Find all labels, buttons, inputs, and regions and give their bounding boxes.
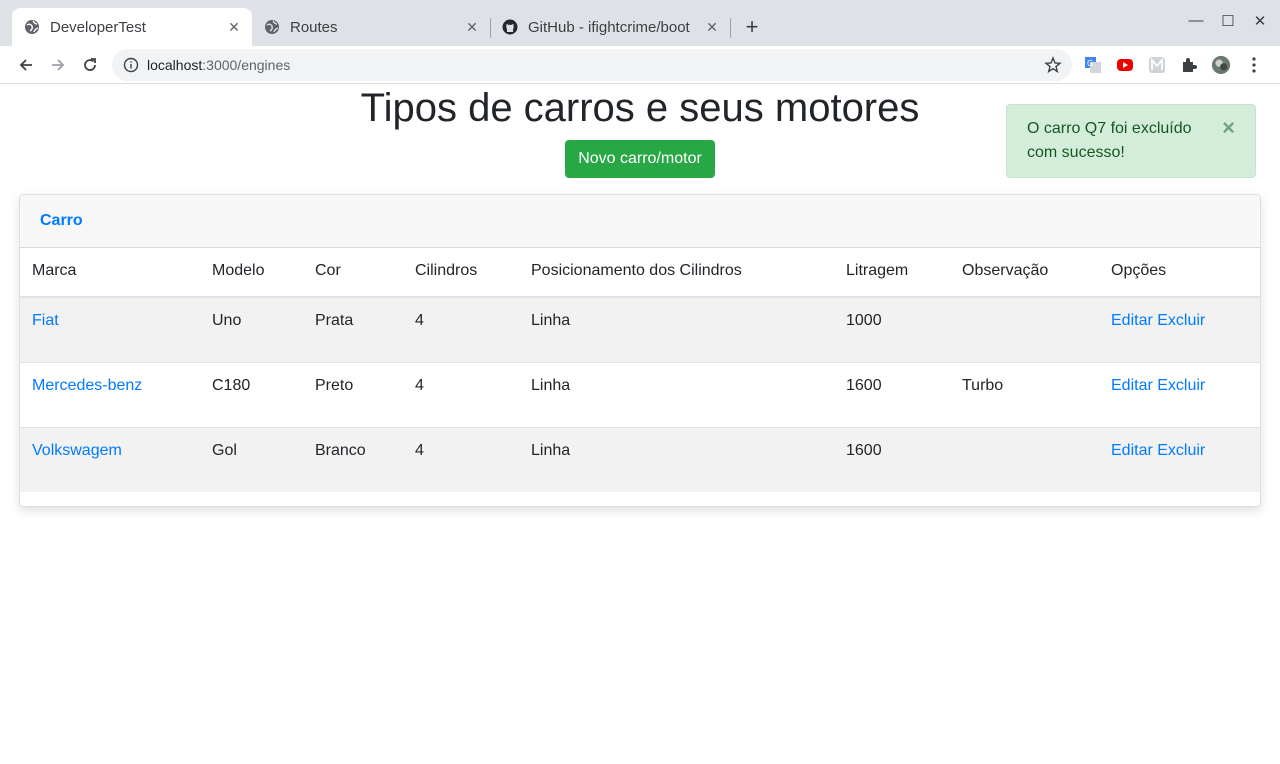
- url-path: :3000/engines: [202, 57, 291, 73]
- cylinders-cell: 4: [403, 296, 519, 362]
- cylinders-cell: 4: [403, 361, 519, 427]
- color-cell: Prata: [303, 296, 403, 362]
- observation-cell: [950, 296, 1099, 362]
- globe-icon: [264, 19, 280, 35]
- column-header-posicionamento: Posicionamento dos Cilindros: [519, 248, 834, 298]
- close-icon[interactable]: ×: [1222, 116, 1235, 140]
- tab-divider: [730, 18, 731, 38]
- close-window-icon[interactable]: ✕: [1250, 12, 1270, 30]
- maximize-icon[interactable]: ☐: [1218, 12, 1238, 30]
- observation-cell: Turbo: [950, 361, 1099, 427]
- displacement-cell: 1600: [834, 426, 950, 492]
- cylinder-position-cell: Linha: [519, 296, 834, 362]
- back-icon[interactable]: [14, 53, 38, 77]
- column-header-marca: Marca: [20, 248, 200, 298]
- reload-icon[interactable]: [78, 53, 102, 77]
- displacement-cell: 1000: [834, 296, 950, 362]
- svg-text:G: G: [1087, 59, 1093, 68]
- forward-icon[interactable]: [46, 53, 70, 77]
- card-header-link[interactable]: Carro: [20, 195, 1260, 248]
- new-car-engine-button[interactable]: Novo carro/motor: [565, 140, 715, 178]
- globe-icon: [24, 19, 40, 35]
- brand-link[interactable]: Fiat: [32, 312, 59, 329]
- column-header-observacao: Observação: [950, 248, 1099, 298]
- table-row: Mercedes-benz C180 Preto 4 Linha 1600 Tu…: [20, 361, 1260, 427]
- color-cell: Branco: [303, 426, 403, 492]
- tab-title: DeveloperTest: [50, 18, 146, 36]
- youtube-extension-icon[interactable]: [1115, 55, 1135, 75]
- options-cell: Editar Excluir: [1099, 296, 1260, 362]
- close-icon[interactable]: ✕: [704, 19, 720, 35]
- column-header-cilindros: Cilindros: [403, 248, 519, 298]
- table-row: Fiat Uno Prata 4 Linha 1000 Editar Exclu…: [20, 296, 1260, 362]
- delete-link[interactable]: Excluir: [1157, 442, 1205, 459]
- url-text: localhost:3000/engines: [147, 57, 290, 73]
- model-cell: C180: [200, 361, 303, 427]
- model-cell: Gol: [200, 426, 303, 492]
- edit-link[interactable]: Editar: [1111, 377, 1153, 394]
- profile-avatar-icon[interactable]: [1211, 55, 1231, 75]
- cars-card: Carro Marca Modelo Cor Cilindros Posicio…: [19, 194, 1261, 507]
- cars-table: Marca Modelo Cor Cilindros Posicionament…: [20, 248, 1260, 492]
- edit-link[interactable]: Editar: [1111, 442, 1153, 459]
- cylinders-cell: 4: [403, 426, 519, 492]
- table-row: Volkswagem Gol Branco 4 Linha 1600 Edita…: [20, 426, 1260, 492]
- tab-github[interactable]: GitHub - ifightcrime/boot ✕: [490, 8, 730, 46]
- table-header-row: Marca Modelo Cor Cilindros Posicionament…: [20, 248, 1260, 298]
- address-bar[interactable]: localhost:3000/engines: [112, 49, 1072, 81]
- cylinder-position-cell: Linha: [519, 426, 834, 492]
- page-content: Tipos de carros e seus motores Novo carr…: [0, 85, 1280, 764]
- close-icon[interactable]: ✕: [226, 19, 242, 35]
- menu-kebab-icon[interactable]: [1244, 55, 1264, 75]
- options-cell: Editar Excluir: [1099, 426, 1260, 492]
- brand-link[interactable]: Mercedes-benz: [32, 377, 142, 394]
- github-icon: [502, 19, 518, 35]
- url-host: localhost: [147, 57, 203, 73]
- bookmark-star-icon[interactable]: [1044, 56, 1062, 74]
- color-cell: Preto: [303, 361, 403, 427]
- delete-link[interactable]: Excluir: [1157, 312, 1205, 329]
- new-tab-button[interactable]: +: [740, 16, 764, 40]
- puzzle-extensions-icon[interactable]: [1179, 55, 1199, 75]
- tab-routes[interactable]: Routes ✕: [252, 8, 490, 46]
- browser-tab-bar: DeveloperTest ✕ Routes ✕ GitHub - ifight…: [0, 0, 1280, 46]
- delete-link[interactable]: Excluir: [1157, 377, 1205, 394]
- success-alert: O carro Q7 foi excluído com sucesso! ×: [1006, 104, 1256, 178]
- tab-title: GitHub - ifightcrime/boot: [528, 18, 690, 36]
- tab-title: Routes: [290, 18, 338, 36]
- minimize-icon[interactable]: —: [1186, 12, 1206, 29]
- m-extension-icon[interactable]: [1147, 55, 1167, 75]
- cylinder-position-cell: Linha: [519, 361, 834, 427]
- column-header-opcoes: Opções: [1099, 248, 1260, 298]
- displacement-cell: 1600: [834, 361, 950, 427]
- close-icon[interactable]: ✕: [464, 19, 480, 35]
- tab-developertest[interactable]: DeveloperTest ✕: [12, 8, 252, 46]
- edit-link[interactable]: Editar: [1111, 312, 1153, 329]
- options-cell: Editar Excluir: [1099, 361, 1260, 427]
- column-header-cor: Cor: [303, 248, 403, 298]
- info-icon[interactable]: [123, 57, 139, 73]
- observation-cell: [950, 426, 1099, 492]
- column-header-modelo: Modelo: [200, 248, 303, 298]
- model-cell: Uno: [200, 296, 303, 362]
- alert-message: O carro Q7 foi excluído com sucesso!: [1027, 120, 1192, 161]
- translate-extension-icon[interactable]: G: [1083, 55, 1103, 75]
- browser-toolbar: localhost:3000/engines G: [0, 46, 1280, 84]
- column-header-litragem: Litragem: [834, 248, 950, 298]
- brand-link[interactable]: Volkswagem: [32, 442, 122, 459]
